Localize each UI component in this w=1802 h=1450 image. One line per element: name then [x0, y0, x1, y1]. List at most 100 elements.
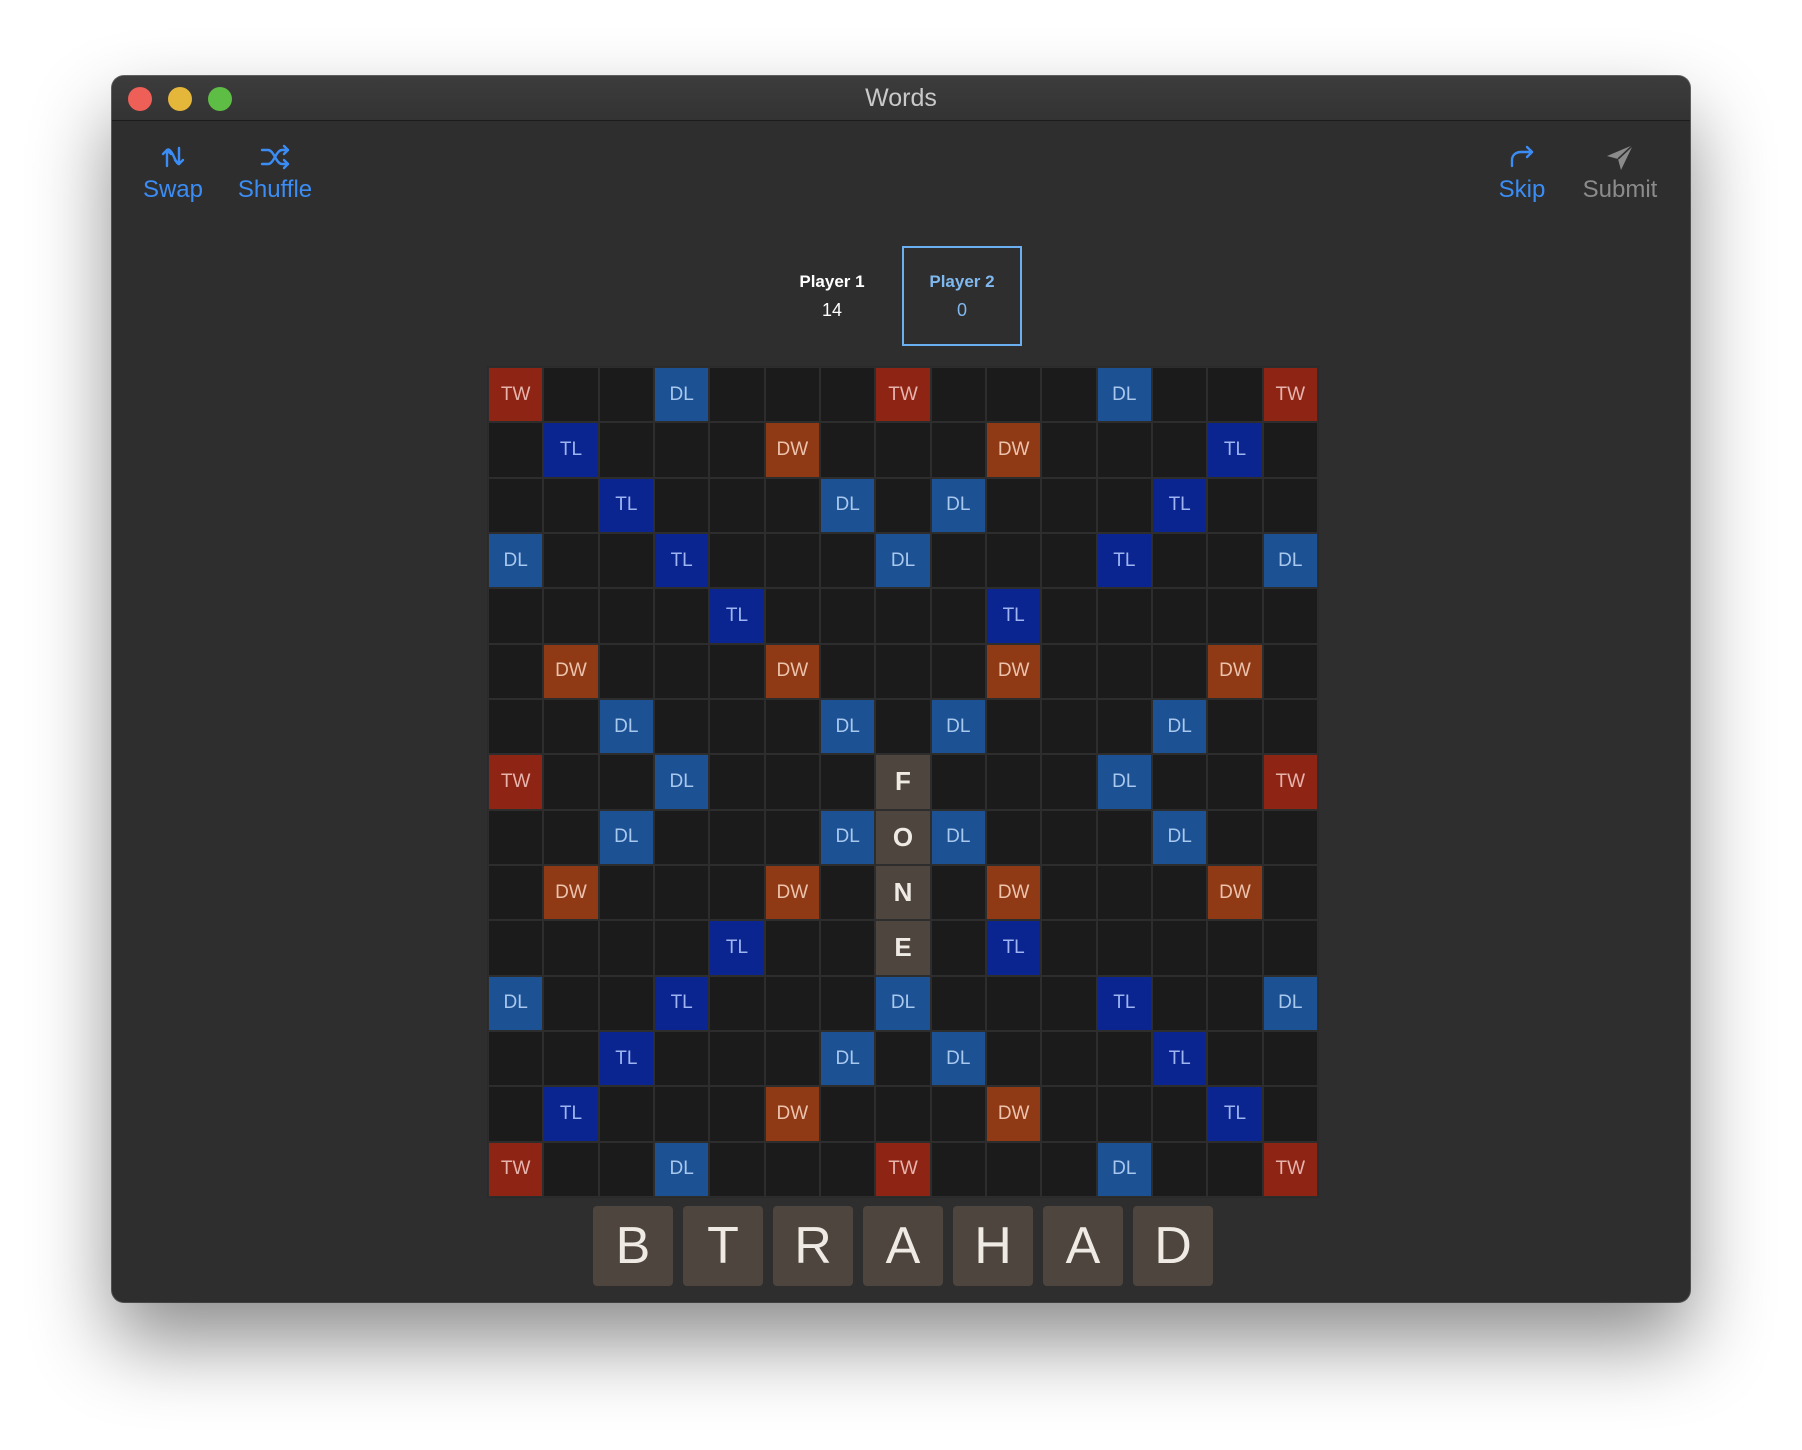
- board-square[interactable]: [1096, 643, 1152, 699]
- board-square[interactable]: [764, 588, 820, 644]
- board-square[interactable]: [598, 643, 654, 699]
- board-square[interactable]: [985, 532, 1042, 589]
- placed-tile[interactable]: E: [875, 920, 931, 976]
- bonus-square-dl[interactable]: DL: [1096, 1141, 1152, 1197]
- bonus-square-dl[interactable]: DL: [1262, 975, 1318, 1031]
- bonus-square-dw[interactable]: DW: [764, 643, 820, 699]
- board-square[interactable]: [875, 477, 931, 533]
- submit-button[interactable]: Submit: [1574, 140, 1666, 204]
- board-square[interactable]: [598, 588, 654, 644]
- bonus-square-dl[interactable]: DL: [1096, 754, 1152, 810]
- board-square[interactable]: [488, 588, 544, 644]
- bonus-square-tl[interactable]: TL: [1207, 422, 1263, 478]
- board-square[interactable]: [598, 920, 654, 976]
- board-square[interactable]: [653, 1030, 710, 1087]
- board-square[interactable]: [985, 1141, 1042, 1197]
- rack-tile[interactable]: H: [953, 1206, 1033, 1286]
- bonus-square-tl[interactable]: TL: [1151, 1030, 1208, 1087]
- board-square[interactable]: [543, 588, 599, 644]
- board-square[interactable]: [1262, 643, 1318, 699]
- board-square[interactable]: [1151, 422, 1208, 478]
- board-square[interactable]: [1207, 698, 1263, 755]
- board-square[interactable]: [764, 920, 820, 976]
- bonus-square-tl[interactable]: TL: [598, 477, 654, 533]
- bonus-square-tw[interactable]: TW: [1262, 754, 1318, 810]
- board-square[interactable]: [819, 864, 876, 921]
- board-square[interactable]: [1262, 477, 1318, 533]
- board-square[interactable]: [653, 698, 710, 755]
- board-square[interactable]: [598, 1141, 654, 1197]
- placed-tile[interactable]: N: [875, 864, 931, 921]
- board-square[interactable]: [819, 975, 876, 1031]
- board-square[interactable]: [1041, 1030, 1097, 1087]
- board-square[interactable]: [709, 422, 765, 478]
- board-square[interactable]: [598, 367, 654, 423]
- board-square[interactable]: [1096, 1030, 1152, 1087]
- board-square[interactable]: [1096, 1086, 1152, 1142]
- board-square[interactable]: [1041, 1086, 1097, 1142]
- board-square[interactable]: [598, 864, 654, 921]
- board-square[interactable]: [598, 1086, 654, 1142]
- board-square[interactable]: [819, 754, 876, 810]
- board-square[interactable]: [875, 588, 931, 644]
- board-square[interactable]: [1262, 698, 1318, 755]
- bonus-square-dl[interactable]: DL: [930, 809, 986, 865]
- bonus-square-dl[interactable]: DL: [819, 1030, 876, 1087]
- board-square[interactable]: [709, 864, 765, 921]
- bonus-square-dw[interactable]: DW: [985, 1086, 1042, 1142]
- board-square[interactable]: [709, 643, 765, 699]
- board-square[interactable]: [543, 1141, 599, 1197]
- board-square[interactable]: [598, 532, 654, 589]
- board-square[interactable]: [764, 698, 820, 755]
- bonus-square-dw[interactable]: DW: [1207, 643, 1263, 699]
- board-square[interactable]: [1096, 422, 1152, 478]
- board-square[interactable]: [543, 975, 599, 1031]
- board-square[interactable]: [1207, 532, 1263, 589]
- bonus-square-tl[interactable]: TL: [653, 532, 710, 589]
- board-square[interactable]: [764, 754, 820, 810]
- board-square[interactable]: [1207, 1141, 1263, 1197]
- board-square[interactable]: [1041, 809, 1097, 865]
- board-square[interactable]: [930, 920, 986, 976]
- rack-tile[interactable]: R: [773, 1206, 853, 1286]
- board-square[interactable]: [764, 809, 820, 865]
- bonus-square-tw[interactable]: TW: [488, 754, 544, 810]
- bonus-square-tl[interactable]: TL: [1151, 477, 1208, 533]
- board-square[interactable]: [543, 1030, 599, 1087]
- board-square[interactable]: [930, 975, 986, 1031]
- bonus-square-dl[interactable]: DL: [1096, 367, 1152, 423]
- board-square[interactable]: [598, 975, 654, 1031]
- board-square[interactable]: [875, 643, 931, 699]
- board-square[interactable]: [709, 1030, 765, 1087]
- rack-tile[interactable]: D: [1133, 1206, 1213, 1286]
- bonus-square-dl[interactable]: DL: [1262, 532, 1318, 589]
- bonus-square-dw[interactable]: DW: [764, 864, 820, 921]
- board-square[interactable]: [1262, 1086, 1318, 1142]
- board-square[interactable]: [1041, 643, 1097, 699]
- bonus-square-tl[interactable]: TL: [1207, 1086, 1263, 1142]
- board-square[interactable]: [1262, 1030, 1318, 1087]
- board-square[interactable]: [488, 920, 544, 976]
- board-square[interactable]: [875, 422, 931, 478]
- board-square[interactable]: [653, 809, 710, 865]
- bonus-square-dl[interactable]: DL: [930, 1030, 986, 1087]
- rack-tile[interactable]: A: [1043, 1206, 1123, 1286]
- board-square[interactable]: [819, 422, 876, 478]
- board-square[interactable]: [1151, 1086, 1208, 1142]
- board-square[interactable]: [598, 754, 654, 810]
- board-square[interactable]: [1041, 588, 1097, 644]
- bonus-square-dw[interactable]: DW: [543, 643, 599, 699]
- board-square[interactable]: [1207, 809, 1263, 865]
- board-square[interactable]: [819, 588, 876, 644]
- board-square[interactable]: [985, 477, 1042, 533]
- board-square[interactable]: [543, 754, 599, 810]
- board-square[interactable]: [1151, 367, 1208, 423]
- board-square[interactable]: [1151, 975, 1208, 1031]
- board-square[interactable]: [709, 698, 765, 755]
- board-square[interactable]: [1041, 367, 1097, 423]
- board-square[interactable]: [1151, 588, 1208, 644]
- board-square[interactable]: [819, 920, 876, 976]
- board-square[interactable]: [1207, 754, 1263, 810]
- bonus-square-dl[interactable]: DL: [653, 754, 710, 810]
- bonus-square-tl[interactable]: TL: [653, 975, 710, 1031]
